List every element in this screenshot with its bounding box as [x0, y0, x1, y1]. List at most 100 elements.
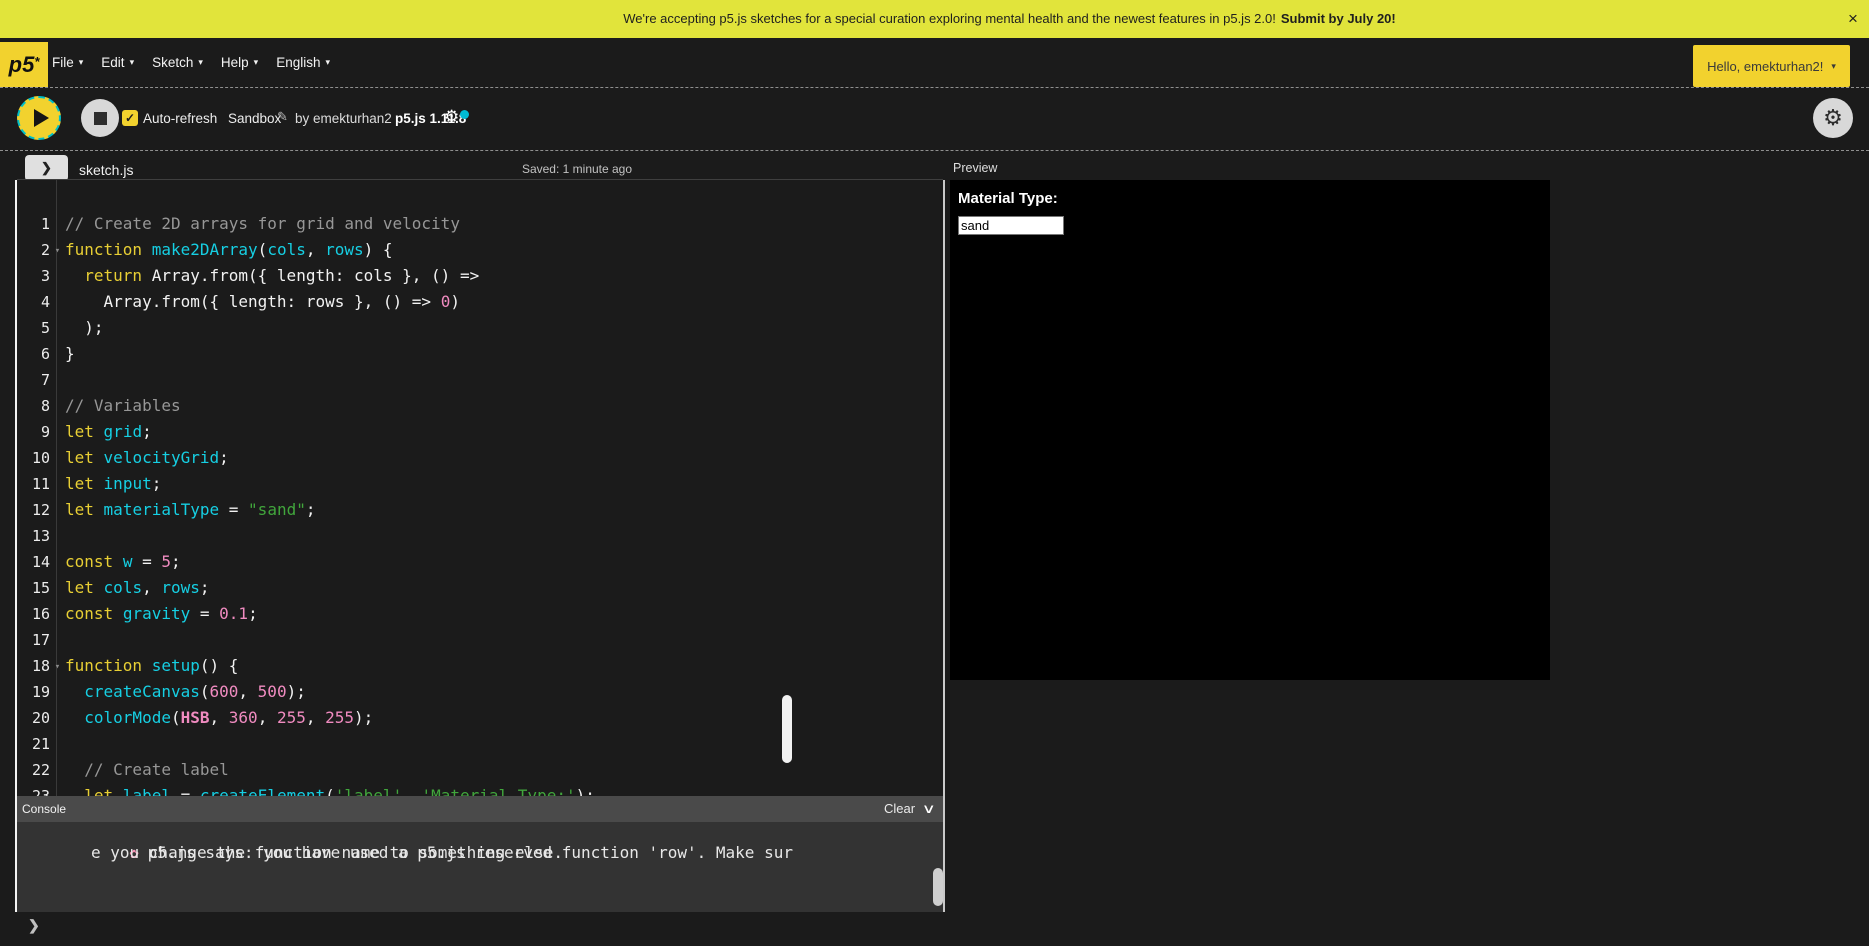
console-prompt-icon[interactable]: ❯	[28, 917, 40, 934]
play-button[interactable]	[17, 96, 61, 140]
preview-title: Preview	[953, 161, 997, 175]
code-line[interactable]: 10 let velocityGrid;	[17, 445, 943, 471]
code-text: createCanvas(600, 500);	[65, 679, 306, 705]
code-line[interactable]: 19 createCanvas(600, 500);	[17, 679, 943, 705]
code-text: Array.from({ length: rows }, () => 0)	[65, 289, 460, 315]
code-text: const w = 5;	[65, 549, 181, 575]
fold-arrow-icon	[50, 783, 65, 796]
toolbar-divider	[0, 150, 1869, 151]
chevron-right-icon: ❯	[41, 160, 52, 176]
stop-button[interactable]	[81, 99, 119, 137]
chevron-down-icon: ▾	[254, 57, 259, 68]
line-number: 6	[17, 341, 50, 367]
menu-help[interactable]: Help▾	[221, 55, 258, 70]
code-line[interactable]: 8// Variables	[17, 393, 943, 419]
logo-asterisk: *	[34, 54, 39, 69]
fold-arrow-icon[interactable]: ▾	[50, 653, 65, 679]
menu-bar: File▾ Edit▾ Sketch▾ Help▾ English▾	[52, 38, 330, 87]
material-type-input[interactable]	[958, 216, 1064, 235]
banner-cta[interactable]: Submit by July 20!	[1281, 11, 1396, 26]
nav-divider	[0, 87, 1869, 88]
console-scrollbar-thumb[interactable]	[933, 868, 943, 906]
settings-button[interactable]: ⚙	[1813, 98, 1853, 138]
code-line[interactable]: 9let grid;	[17, 419, 943, 445]
p5-logo[interactable]: p5*	[0, 42, 48, 87]
version-gear-icon[interactable]: ⚙	[444, 107, 459, 127]
code-editor[interactable]: 1// Create 2D arrays for grid and veloci…	[17, 180, 943, 796]
code-text: let materialType = "sand";	[65, 497, 315, 523]
console-message-line: e you change the function name to someth…	[91, 840, 563, 866]
code-text: function setup() {	[65, 653, 238, 679]
play-icon	[34, 109, 49, 127]
code-line[interactable]: 4 Array.from({ length: rows }, () => 0)	[17, 289, 943, 315]
sidebar-expand-button[interactable]: ❯	[25, 155, 68, 181]
account-button[interactable]: Hello, emekturhan2!▾	[1693, 45, 1850, 87]
chevron-down-icon: ▾	[130, 57, 135, 68]
code-line[interactable]: 17	[17, 627, 943, 653]
fold-arrow-icon	[50, 627, 65, 653]
menu-file[interactable]: File▾	[52, 55, 83, 70]
line-number: 4	[17, 289, 50, 315]
line-number: 16	[17, 601, 50, 627]
code-line[interactable]: 1// Create 2D arrays for grid and veloci…	[17, 211, 943, 237]
code-line[interactable]: 15let cols, rows;	[17, 575, 943, 601]
code-line[interactable]: 5 );	[17, 315, 943, 341]
autorefresh-label: Auto-refresh	[143, 111, 217, 126]
fold-arrow-icon	[50, 601, 65, 627]
line-number: 2	[17, 237, 50, 263]
code-line[interactable]: 16const gravity = 0.1;	[17, 601, 943, 627]
code-line[interactable]: 23 let label = createElement('label', 'M…	[17, 783, 943, 796]
sketch-canvas[interactable]: Material Type:	[950, 180, 1550, 680]
line-number: 20	[17, 705, 50, 731]
edit-name-icon[interactable]: ✎	[277, 109, 288, 125]
fold-arrow-icon	[50, 367, 65, 393]
line-number: 17	[17, 627, 50, 653]
line-number: 10	[17, 445, 50, 471]
console-more-info-line: + More info: https://p5js.org/reference/…	[91, 892, 573, 912]
console-header[interactable]	[17, 796, 943, 822]
chevron-down-icon: ▾	[79, 57, 84, 68]
menu-sketch[interactable]: Sketch▾	[152, 55, 203, 70]
autorefresh-checkbox[interactable]: ✓	[122, 110, 138, 126]
console-message-line: ✿p5.js says: you have used a p5.js reser…	[91, 822, 793, 840]
line-number: 19	[17, 679, 50, 705]
tab-sketch-js[interactable]: sketch.js	[79, 162, 133, 178]
fold-arrow-icon	[50, 263, 65, 289]
project-byline: by emekturhan2	[295, 111, 392, 126]
clear-console-button[interactable]: Clear	[884, 796, 915, 822]
code-line[interactable]: 20 colorMode(HSB, 360, 255, 255);	[17, 705, 943, 731]
code-line[interactable]: 14const w = 5;	[17, 549, 943, 575]
fold-arrow-icon	[50, 289, 65, 315]
menu-edit[interactable]: Edit▾	[101, 55, 134, 70]
code-line[interactable]: 11let input;	[17, 471, 943, 497]
fold-arrow-icon	[50, 315, 65, 341]
code-line[interactable]: 6}	[17, 341, 943, 367]
code-line[interactable]: 2▾function make2DArray(cols, rows) {	[17, 237, 943, 263]
fold-arrow-icon[interactable]: ▾	[50, 237, 65, 263]
console-collapse-icon[interactable]: ∨	[922, 796, 936, 822]
menu-language[interactable]: English▾	[276, 55, 330, 70]
code-line[interactable]: 12let materialType = "sand";	[17, 497, 943, 523]
code-lines: 1// Create 2D arrays for grid and veloci…	[17, 211, 943, 796]
project-name[interactable]: Sandbox	[228, 111, 281, 126]
console-title: Console	[22, 796, 66, 822]
code-line[interactable]: 18▾function setup() {	[17, 653, 943, 679]
code-line[interactable]: 13	[17, 523, 943, 549]
panel-divider[interactable]	[943, 180, 945, 912]
code-line[interactable]: 21	[17, 731, 943, 757]
line-number: 8	[17, 393, 50, 419]
fold-arrow-icon	[50, 731, 65, 757]
code-line[interactable]: 22 // Create label	[17, 757, 943, 783]
line-number: 5	[17, 315, 50, 341]
code-line[interactable]: 3 return Array.from({ length: cols }, ()…	[17, 263, 943, 289]
close-icon[interactable]: ×	[1838, 0, 1868, 38]
line-number: 11	[17, 471, 50, 497]
code-line[interactable]: 7	[17, 367, 943, 393]
editor-scrollbar-thumb[interactable]	[782, 695, 792, 763]
line-number: 21	[17, 731, 50, 757]
saved-status: Saved: 1 minute ago	[477, 162, 677, 176]
chevron-down-icon: ▾	[1831, 61, 1836, 72]
chevron-down-icon: ▾	[325, 57, 330, 68]
code-text: let velocityGrid;	[65, 445, 229, 471]
line-number: 13	[17, 523, 50, 549]
